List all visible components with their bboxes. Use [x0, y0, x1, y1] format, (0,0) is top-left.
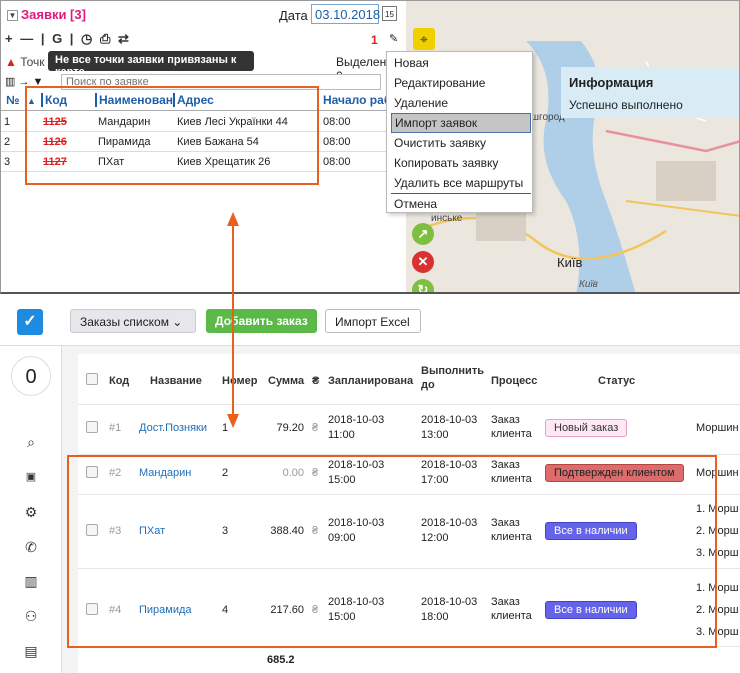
col-start[interactable]: Начало раб: [321, 93, 391, 107]
add-user-icon[interactable]: ⚇: [22, 608, 40, 626]
cancel-icon[interactable]: ✕: [412, 251, 434, 273]
top-panel: ▼ Заявки [3] Дата 03.10.2018 15 + — | G |…: [0, 0, 740, 294]
view-dropdown[interactable]: Заказы списком ⌄: [70, 309, 196, 333]
date-label: Дата: [279, 8, 308, 23]
col-name[interactable]: Название: [150, 374, 202, 388]
map-city-small-label: Київ: [579, 279, 598, 290]
refresh-icon[interactable]: ↻: [412, 279, 434, 292]
info-message: Успешно выполнено: [569, 98, 683, 112]
context-menu: Новая Редактирование Удаление Импорт зая…: [386, 51, 533, 213]
col-number[interactable]: №: [4, 93, 19, 107]
menu-item-delete-routes[interactable]: Удалить все маршруты: [391, 174, 531, 194]
menu-item-copy[interactable]: Копировать заявку: [391, 154, 531, 174]
highlight-box: [67, 455, 717, 648]
col-planned[interactable]: Запланирована: [328, 374, 413, 388]
status-badge[interactable]: Новый заказ: [545, 419, 628, 437]
add-order-button[interactable]: Добавить заказ: [206, 309, 317, 333]
gear-icon[interactable]: ⚙: [22, 504, 40, 522]
menu-item-edit[interactable]: Редактирование: [391, 74, 531, 94]
menu-item-new[interactable]: Новая: [391, 54, 531, 74]
map-district-label: шгород: [531, 112, 565, 123]
menu-item-import[interactable]: Импорт заявок: [391, 113, 531, 133]
warning-icon: ▲: [5, 55, 17, 69]
calendar-icon[interactable]: ▣: [22, 470, 40, 488]
col-number[interactable]: Номер: [222, 374, 258, 388]
row-checkbox[interactable]: [86, 421, 98, 433]
orders-title: ▼ Заявки [3]: [7, 7, 86, 22]
calendar-icon[interactable]: 15: [382, 6, 397, 21]
counter-badge[interactable]: 0: [11, 356, 51, 396]
col-currency: ₴: [312, 375, 320, 387]
checkmark-logo-icon[interactable]: ✓: [17, 309, 43, 335]
divider: [78, 404, 740, 405]
col-process[interactable]: Процесс: [491, 374, 537, 388]
col-due[interactable]: Выполнить до: [421, 364, 486, 392]
app-header: ✓ Заказы списком ⌄ Добавить заказ Импорт…: [0, 296, 740, 346]
menu-item-delete[interactable]: Удаление: [391, 94, 531, 114]
info-title: Информация: [569, 75, 654, 90]
barcode-icon[interactable]: ▥: [22, 573, 40, 591]
col-status[interactable]: Статус: [598, 374, 635, 388]
phone-icon[interactable]: ✆: [22, 539, 40, 557]
highlight-box: [25, 86, 319, 185]
map-city-label: Київ: [557, 255, 583, 270]
menu-item-clear[interactable]: Очистить заявку: [391, 134, 531, 154]
collapse-icon[interactable]: ▼: [7, 10, 18, 22]
orders-panel: ▼ Заявки [3] Дата 03.10.2018 15 + — | G |…: [1, 1, 406, 292]
points-status: ▲ Точк: [5, 55, 45, 69]
tooltip: Не все точки заявки привязаны к карте: [48, 51, 254, 78]
select-all-checkbox[interactable]: [86, 373, 98, 385]
clipboard-icon[interactable]: ▤: [22, 643, 40, 661]
sum-total: 685.2: [267, 654, 295, 666]
info-panel: Информация Успешно выполнено: [561, 67, 739, 118]
date-input[interactable]: 03.10.2018: [311, 4, 380, 24]
menu-item-cancel[interactable]: Отмена: [391, 195, 531, 215]
sidebar: 0 ⌕ ▣ ⚙ ✆ ▥ ⚇ ▤: [0, 346, 62, 673]
edit-icon[interactable]: ✎: [389, 32, 398, 45]
col-code[interactable]: Код: [109, 374, 129, 388]
chevron-down-icon: ⌄: [172, 315, 183, 329]
crosshair-icon[interactable]: ⌖: [413, 28, 435, 50]
map-side-icons: ↗ ✕ ↻: [412, 223, 436, 292]
error-count: 1: [371, 33, 378, 47]
import-excel-button[interactable]: Импорт Excel: [325, 309, 421, 333]
search-icon[interactable]: ⌕: [22, 434, 40, 452]
col-sum[interactable]: Сумма: [268, 374, 304, 388]
order-link[interactable]: Дост.Позняки: [139, 421, 207, 435]
orders-toolbar[interactable]: + — | G | ◷ ⎙ ⇄: [5, 31, 131, 47]
route-icon[interactable]: ↗: [412, 223, 434, 245]
